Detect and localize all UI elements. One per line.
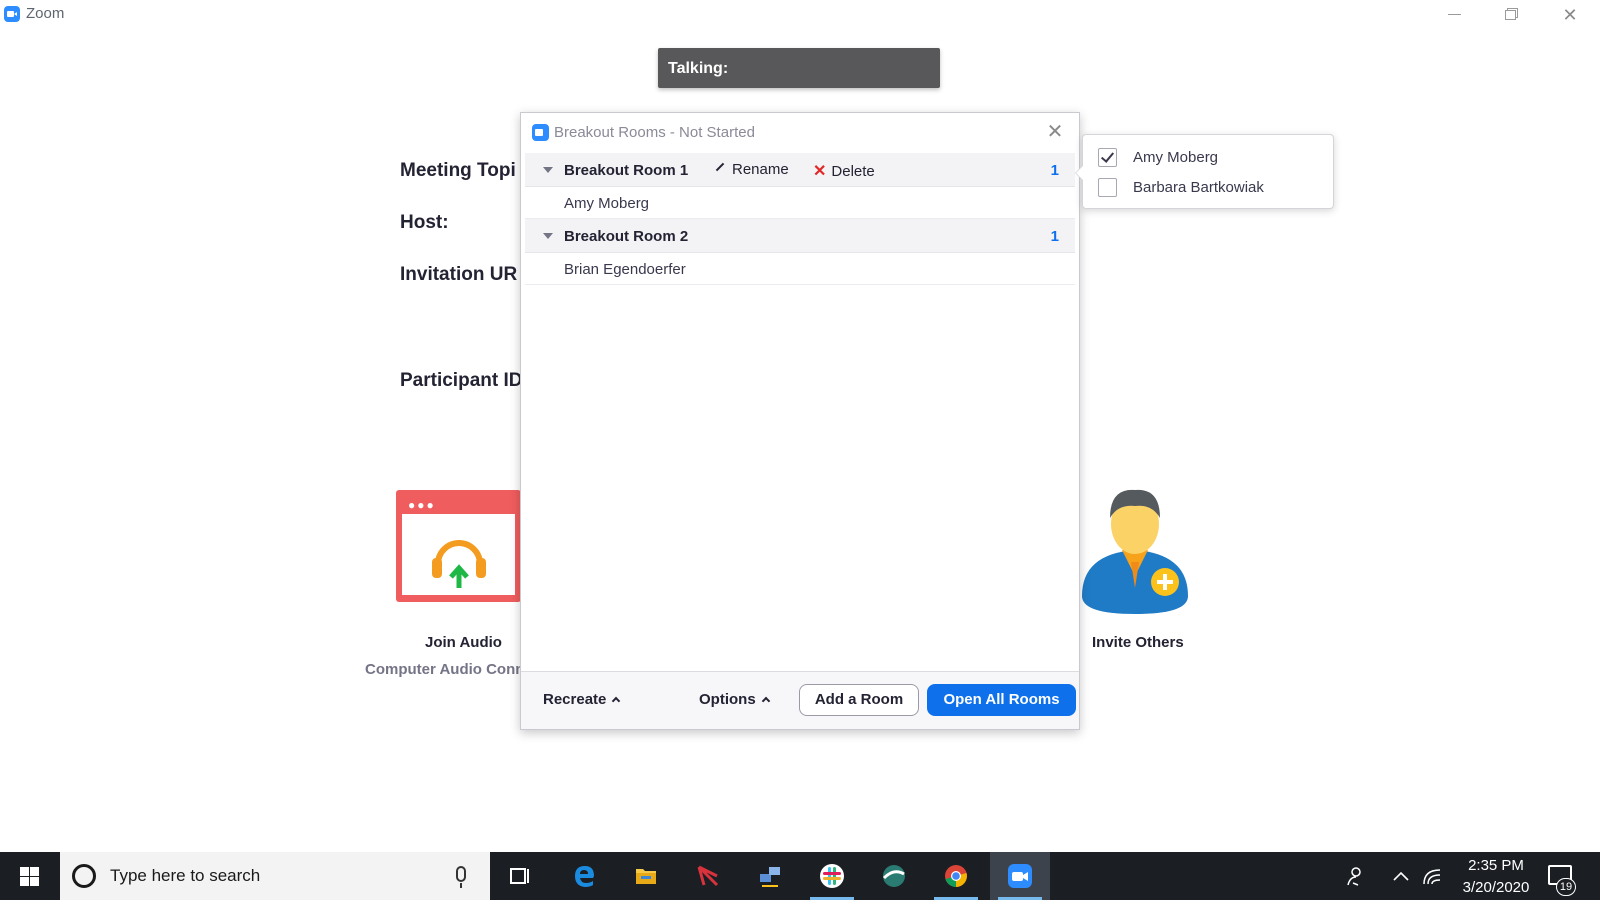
minimize-icon <box>1447 14 1461 16</box>
recreate-button[interactable]: Recreate <box>543 691 621 708</box>
delete-x-icon: ✕ <box>813 163 827 180</box>
rename-button[interactable]: Rename <box>715 161 789 178</box>
slack-button[interactable] <box>802 852 862 900</box>
assign-count-button[interactable]: 1 <box>1051 162 1059 179</box>
pencil-icon <box>715 162 725 172</box>
notification-count-badge: 19 <box>1556 878 1576 896</box>
app-title: Zoom <box>26 5 65 22</box>
file-explorer-button[interactable] <box>616 852 676 900</box>
chrome-button[interactable] <box>926 852 986 900</box>
breakout-room-2-row[interactable]: Breakout Room 2 1 <box>525 219 1075 253</box>
room-name: Breakout Room 1 <box>564 162 689 179</box>
dialog-title: Breakout Rooms - Not Started <box>554 124 755 141</box>
assign-participants-popup: Amy Moberg Barbara Bartkowiak <box>1075 134 1334 209</box>
participant-row[interactable]: Amy Moberg <box>525 187 1075 219</box>
edge-icon <box>575 866 594 887</box>
participant-name: Amy Moberg <box>564 195 650 212</box>
edge-button[interactable] <box>554 852 614 900</box>
minimize-button[interactable] <box>1434 2 1474 28</box>
search-placeholder: Type here to search <box>110 866 261 885</box>
delete-button[interactable]: ✕ Delete <box>813 161 875 181</box>
open-all-rooms-button[interactable]: Open All Rooms <box>927 684 1076 716</box>
checkbox-checked[interactable] <box>1098 148 1117 167</box>
cortana-icon[interactable] <box>72 864 96 888</box>
dialog-footer: Recreate Options Add a Room Open All Roo… <box>521 671 1079 729</box>
dialog-header: Breakout Rooms - Not Started ✕ <box>521 113 1079 153</box>
meeting-topic-label: Meeting Topi <box>400 160 516 181</box>
delete-label: Delete <box>831 163 875 180</box>
options-label: Options <box>699 691 756 708</box>
wifi-icon <box>1423 869 1441 885</box>
chrome-icon <box>945 865 967 887</box>
invitation-url-label: Invitation UR <box>400 264 518 285</box>
checkbox-unchecked[interactable] <box>1098 178 1117 197</box>
add-room-button[interactable]: Add a Room <box>799 684 919 716</box>
zoom-logo-icon <box>532 124 549 141</box>
invite-others-label: Invite Others <box>1092 634 1184 651</box>
join-audio-tile-inner <box>402 514 515 595</box>
breakout-rooms-dialog: Breakout Rooms - Not Started ✕ Breakout … <box>520 112 1080 730</box>
globe-app-icon <box>882 865 905 887</box>
participant-row[interactable]: Brian Egendoerfer <box>525 253 1075 285</box>
zoom-logo-icon <box>4 6 20 22</box>
assign-item-label: Barbara Bartkowiak <box>1133 179 1264 196</box>
options-button[interactable]: Options <box>699 691 770 708</box>
people-icon <box>1347 867 1361 886</box>
assign-item-barbara-bartkowiak[interactable]: Barbara Bartkowiak <box>1098 175 1328 201</box>
slack-icon <box>820 864 844 888</box>
task-view-button[interactable] <box>490 852 550 900</box>
collapse-caret-icon[interactable] <box>543 167 553 173</box>
talking-label: Talking: <box>668 60 729 77</box>
chevron-up-icon <box>761 696 770 706</box>
close-dialog-button[interactable]: ✕ <box>1043 121 1067 145</box>
file-explorer-icon <box>636 869 656 884</box>
participant-id-label: Participant ID <box>400 370 523 391</box>
headphones-icon <box>432 540 486 588</box>
taskbar: Type here to search 2:35 PM 3/20/2020 19 <box>0 852 1600 900</box>
participant-name: Brian Egendoerfer <box>564 261 686 278</box>
zoom-icon <box>1008 864 1032 888</box>
app-red-icon <box>697 865 719 887</box>
zoom-taskbar-button[interactable] <box>990 852 1050 900</box>
chevron-up-icon <box>612 696 621 706</box>
assign-item-amy-moberg[interactable]: Amy Moberg <box>1098 145 1328 171</box>
join-audio-label: Join Audio <box>425 634 502 651</box>
collapse-caret-icon[interactable] <box>543 233 553 239</box>
rename-label: Rename <box>732 161 789 178</box>
microphone-icon[interactable] <box>456 866 466 888</box>
network-app-button[interactable] <box>740 852 800 900</box>
recreate-label: Recreate <box>543 691 607 708</box>
windows-logo-icon <box>20 867 39 886</box>
restore-icon <box>1504 9 1516 20</box>
task-view-icon <box>510 868 529 884</box>
window-dots-icon: ●●● <box>408 498 436 512</box>
assign-item-label: Amy Moberg <box>1133 149 1219 166</box>
assign-count-button[interactable]: 1 <box>1051 228 1059 245</box>
globe-app-button[interactable] <box>864 852 924 900</box>
join-audio-sublabel: Computer Audio Conn <box>365 661 525 678</box>
taskbar-search-box[interactable]: Type here to search <box>60 852 490 900</box>
room-name: Breakout Room 2 <box>564 228 689 245</box>
network-button[interactable] <box>1420 852 1446 900</box>
clock-date[interactable]: 3/20/2020 <box>1452 879 1540 896</box>
host-label: Host: <box>400 212 449 233</box>
close-window-button[interactable]: ✕ <box>1550 2 1590 28</box>
join-audio-button[interactable]: ●●● <box>396 490 521 602</box>
talking-indicator: Talking: <box>658 48 940 88</box>
people-button[interactable] <box>1340 852 1370 900</box>
red-app-button[interactable] <box>678 852 738 900</box>
invite-others-button[interactable] <box>1080 484 1190 616</box>
show-hidden-icons-button[interactable] <box>1388 852 1414 900</box>
breakout-room-1-row[interactable]: Breakout Room 1 Rename ✕ Delete 1 <box>525 153 1075 187</box>
start-button[interactable] <box>0 852 58 900</box>
invite-person-icon <box>1082 489 1188 614</box>
network-app-icon <box>760 867 780 887</box>
restore-button[interactable] <box>1490 2 1530 28</box>
clock-time[interactable]: 2:35 PM <box>1456 857 1536 874</box>
chevron-up-icon <box>1393 871 1409 881</box>
app-titlebar: Zoom ✕ <box>0 0 1600 30</box>
